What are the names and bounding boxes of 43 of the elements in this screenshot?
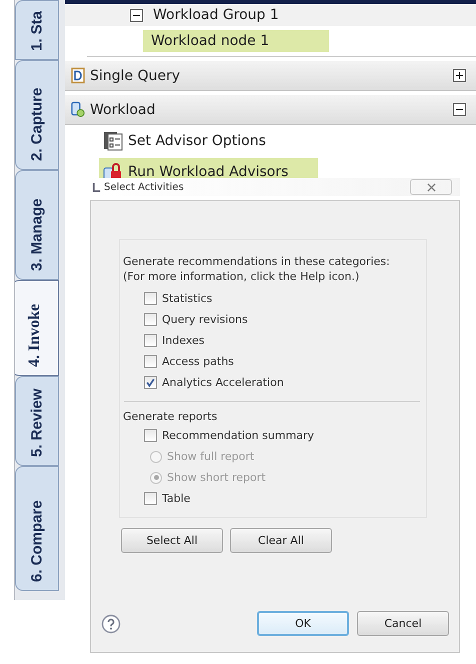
instruction-text: Generate recommendations in these categories:: [123, 254, 391, 269]
container-icon: [71, 101, 85, 118]
expand-icon[interactable]: [453, 69, 466, 82]
dialog-button[interactable]: Select All: [121, 528, 223, 553]
dialog-button[interactable]: Cancel: [357, 611, 449, 636]
radio-label: Show full report: [167, 450, 254, 463]
checkbox[interactable]: [144, 292, 157, 305]
checkbox[interactable]: [144, 492, 157, 505]
checkbox-label: Query revisions: [162, 313, 248, 326]
checkbox[interactable]: [144, 313, 157, 326]
close-icon[interactable]: [410, 179, 452, 195]
checkbox-label: Indexes: [162, 334, 204, 347]
radio-label: Show short report: [167, 471, 266, 484]
checkbox-label: Statistics: [162, 292, 212, 305]
checkbox[interactable]: [144, 429, 157, 442]
section-header[interactable]: Single Query: [65, 61, 476, 91]
list-icon: [103, 130, 123, 150]
vertical-tab[interactable]: 3. Manage: [15, 170, 59, 280]
task-item[interactable]: Set Advisor Options: [99, 126, 270, 154]
collapse-icon[interactable]: [130, 8, 143, 22]
vertical-tab[interactable]: 1. Sta: [15, 0, 59, 60]
task-item[interactable]: Run Workload Advisors: [99, 158, 318, 178]
checkbox[interactable]: [144, 334, 157, 347]
vertical-tab[interactable]: 4. Invoke: [15, 280, 59, 376]
collapse-icon[interactable]: [453, 103, 466, 116]
vertical-tab[interactable]: 2. Capture: [15, 60, 59, 170]
section-header[interactable]: Workload: [65, 95, 476, 125]
vertical-tab[interactable]: 5. Review: [15, 376, 59, 466]
dialog-title: Select Activities: [104, 182, 184, 192]
help-icon[interactable]: [101, 614, 121, 634]
dialog-button[interactable]: OK: [257, 611, 349, 636]
checkbox-label: Recommendation summary: [162, 429, 314, 442]
document-icon: [71, 67, 85, 84]
checkbox-label: Table: [162, 492, 190, 505]
instruction-text: (For more information, click the Help icon.): [123, 269, 360, 284]
checkbox-label: Analytics Acceleration: [162, 376, 284, 389]
checkbox[interactable]: [144, 355, 157, 368]
checkbox-label: Access paths: [162, 355, 234, 368]
tree-item[interactable]: Workload node 1: [143, 30, 330, 52]
dialog-button[interactable]: Clear All: [230, 528, 332, 553]
checkbox[interactable]: [144, 376, 157, 389]
vertical-tab[interactable]: 6. Compare: [15, 466, 59, 591]
section-label: Generate reports: [122, 410, 218, 423]
